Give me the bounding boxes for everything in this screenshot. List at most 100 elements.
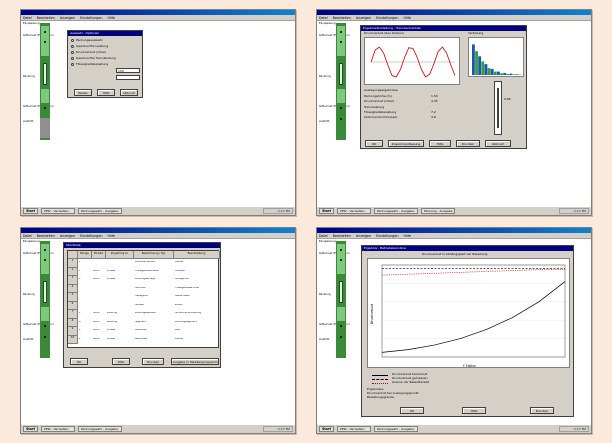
start-button[interactable]: Start [23,208,38,214]
table-cell[interactable]: Stutzen [134,304,174,307]
task-button[interactable]: PPW - Verwalten [41,426,75,432]
task-button[interactable]: Packung - Ausgabe [421,208,455,214]
task-button[interactable]: Packungswahl - Ausgabe [374,208,418,214]
table-cell[interactable]: Segment [134,321,174,324]
row-header[interactable]: 10 [68,335,78,344]
row-header[interactable]: 3 [68,276,78,285]
table-cell[interactable]: Packungselement [134,312,174,315]
table-cell[interactable]: Stück [92,312,106,315]
column-header[interactable]: Beschreibung [174,251,220,259]
column-header[interactable]: Menge [78,251,92,259]
menu-item[interactable]: Bearbeiten [37,15,55,20]
table-cell[interactable]: Rost [174,329,220,332]
table-cell[interactable]: Stück [92,321,106,324]
table-cell[interactable]: Gitterrost [134,329,174,332]
table-cell[interactable]: Mantel [174,261,220,264]
menu-item[interactable]: Datei [319,233,328,238]
menu-item[interactable]: Bearbeiten [37,233,55,238]
summary-button[interactable]: Zusammenfassung [388,140,424,147]
table-cell[interactable]: Sammler [134,287,174,290]
task-button[interactable]: PPW - Verwalten [337,208,371,214]
value-input[interactable]: 100 [116,68,140,73]
option-radio[interactable]: Gewünschte Trennleistung [71,56,116,60]
table-cell[interactable]: Strukturierte Packung [174,312,220,315]
print-button[interactable]: Drucken [142,358,164,365]
cancel-button[interactable]: Abbruch [485,140,511,147]
help-button[interactable]: Hilfe [429,140,451,147]
menu-item[interactable]: Datei [319,15,328,20]
row-header[interactable]: 6 [68,301,78,310]
print-button[interactable]: Drucken [456,140,480,147]
menu-item[interactable]: Anzeigen [60,15,75,20]
column-header[interactable]: Einheit [92,251,106,259]
table-cell[interactable]: Stück [92,338,106,341]
table-cell[interactable]: Kolonnenmantel [134,261,174,264]
table-cell[interactable]: Verteiler [174,270,220,273]
table-cell[interactable]: Stück [92,270,106,273]
start-button[interactable]: Start [319,208,334,214]
table-cell[interactable]: Stück [92,329,106,332]
ok-button[interactable]: OK [70,358,88,365]
ok-button[interactable]: OK [365,140,383,147]
menu-item[interactable]: Hilfe [404,233,412,238]
menu-item[interactable]: Bearbeiten [333,15,351,20]
row-header[interactable]: 9 [68,327,78,336]
row-header[interactable]: 5 [68,293,78,302]
row-header[interactable]: 7 [68,310,78,319]
column-header[interactable]: Bezeichnung / Typ [134,251,174,259]
export-button[interactable]: Ausgabe in Tabellenprogramm [171,358,219,365]
value-input-2[interactable] [116,75,140,80]
help-button[interactable]: Hilfe [112,358,130,365]
column-diagram[interactable] [40,241,50,358]
table-cell[interactable]: Haltegitter [134,295,174,298]
table-cell[interactable]: 1 [78,312,92,315]
table-cell[interactable]: 1 [78,338,92,341]
task-button[interactable]: Packungswahl - Ausgabe [78,208,122,214]
row-header[interactable]: 1 [68,259,78,268]
menu-item[interactable]: Einstellungen [376,15,398,20]
menu-item[interactable]: Datei [23,233,32,238]
menu-item[interactable]: Hilfe [404,15,412,20]
table-cell[interactable]: Zulauf [174,304,220,307]
menu-item[interactable]: Einstellungen [376,233,398,238]
menu-item[interactable]: Anzeigen [60,233,75,238]
row-header[interactable]: 8 [68,318,78,327]
table-cell[interactable]: Einbau [106,270,134,273]
help-button[interactable]: Hilfe [462,407,486,414]
menu-item[interactable]: Hilfe [108,15,116,20]
table-cell[interactable]: Packung [106,312,134,315]
table-cell[interactable]: Abschluss [134,338,174,341]
start-button[interactable]: Start [319,426,334,432]
row-header[interactable]: 2 [68,267,78,276]
table-cell[interactable]: 2 [78,329,92,332]
menu-item[interactable]: Datei [23,15,32,20]
task-button[interactable]: Packungswahl - Ausgabe [78,426,122,432]
start-button[interactable]: Start [23,426,38,432]
table-cell[interactable]: 2 [78,278,92,281]
menu-item[interactable]: Einstellungen [80,15,102,20]
ok-button[interactable]: OK [400,407,424,414]
menu-item[interactable]: Anzeigen [356,15,371,20]
next-button[interactable]: Weiter [74,89,92,96]
table-cell[interactable]: Packungsauflage [134,278,174,281]
table-cell[interactable]: Auflagerost [174,278,220,281]
option-radio[interactable]: Druckverlust (mbar) [71,50,106,54]
column-header[interactable]: Zugehörig zu [106,251,134,259]
table-cell[interactable]: 1 [78,261,92,264]
help-button[interactable]: Hilfe [97,89,115,96]
table-cell[interactable]: Packung [106,321,134,324]
menu-item[interactable]: Hilfe [108,233,116,238]
option-radio[interactable]: Flüssigkeitsbelastung [71,62,108,66]
option-radio[interactable]: Packungsauswahl [71,38,102,42]
column-diagram[interactable] [336,23,346,140]
table-cell[interactable]: 1 [78,270,92,273]
table-cell[interactable]: Deckel [174,338,220,341]
table-cell[interactable]: Flüssigkeitsverteiler [134,270,174,273]
menu-item[interactable]: Anzeigen [356,233,371,238]
table-cell[interactable]: Flüssigkeitssammler [174,287,220,290]
task-button[interactable]: Packungswahl - Ausgabe [374,426,418,432]
table-cell[interactable]: 4 [78,321,92,324]
table-cell[interactable]: Einbau [106,329,134,332]
table-cell[interactable]: Niederhalter [174,295,220,298]
column-diagram[interactable] [336,241,346,358]
